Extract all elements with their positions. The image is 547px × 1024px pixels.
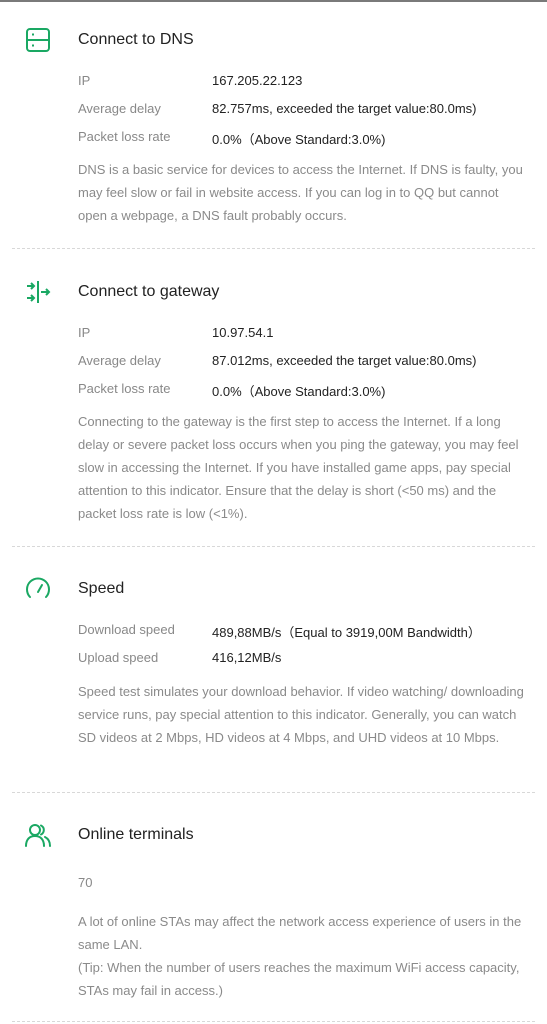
top-divider <box>0 0 547 2</box>
dns-delay-label: Average delay <box>78 101 161 116</box>
dns-loss-label: Packet loss rate <box>78 129 171 144</box>
section-divider <box>12 792 535 793</box>
gateway-ip-value: 10.97.54.1 <box>212 325 274 340</box>
gateway-delay-value: 87.012ms, exceeded the target value:80.0… <box>212 353 477 368</box>
terminals-title: Online terminals <box>78 826 194 843</box>
dns-ip-label: IP <box>78 73 91 88</box>
gateway-description: Connecting to the gateway is the first s… <box>78 410 528 525</box>
dns-description-text: DNS is a basic service for devices to ac… <box>78 162 523 223</box>
speed-description: Speed test simulates your download behav… <box>78 680 528 749</box>
dns-delay-value: 82.757ms, exceeded the target value:80.0… <box>212 101 477 116</box>
section-divider <box>12 1021 535 1022</box>
upload-speed-value: 416,12MB/s <box>212 650 282 665</box>
gateway-title: Connect to gateway <box>78 283 220 300</box>
section-divider <box>12 546 535 547</box>
dns-ip-value: 167.205.22.123 <box>212 73 303 88</box>
gateway-loss-value: 0.0%（Above Standard:3.0%) <box>212 384 386 399</box>
gateway-delay-label: Average delay <box>78 353 161 368</box>
gateway-loss-label: Packet loss rate <box>78 381 171 396</box>
dns-description: DNS is a basic service for devices to ac… <box>78 158 528 227</box>
gateway-description-text: Connecting to the gateway is the first s… <box>78 414 519 521</box>
section-divider <box>12 248 535 249</box>
download-speed-label: Download speed <box>78 622 175 637</box>
gateway-icon <box>27 281 51 303</box>
terminals-description-text: A lot of online STAs may affect the netw… <box>78 914 522 952</box>
users-icon <box>25 824 51 847</box>
terminals-tip-text: (Tip: When the number of users reaches t… <box>78 960 520 998</box>
upload-speed-label: Upload speed <box>78 650 159 665</box>
dns-title: Connect to DNS <box>78 31 194 48</box>
dns-loss-value: 0.0%（Above Standard:3.0%) <box>212 132 386 147</box>
download-speed-value: 489,88MB/s（Equal to 3919,00M Bandwidth） <box>212 625 481 640</box>
speedometer-icon <box>26 577 50 598</box>
speed-title: Speed <box>78 580 125 597</box>
terminals-description: A lot of online STAs may affect the netw… <box>78 910 528 1002</box>
speed-description-text: Speed test simulates your download behav… <box>78 684 524 745</box>
server-icon <box>26 28 50 52</box>
gateway-ip-label: IP <box>78 325 91 340</box>
terminals-count: 70 <box>78 875 93 890</box>
